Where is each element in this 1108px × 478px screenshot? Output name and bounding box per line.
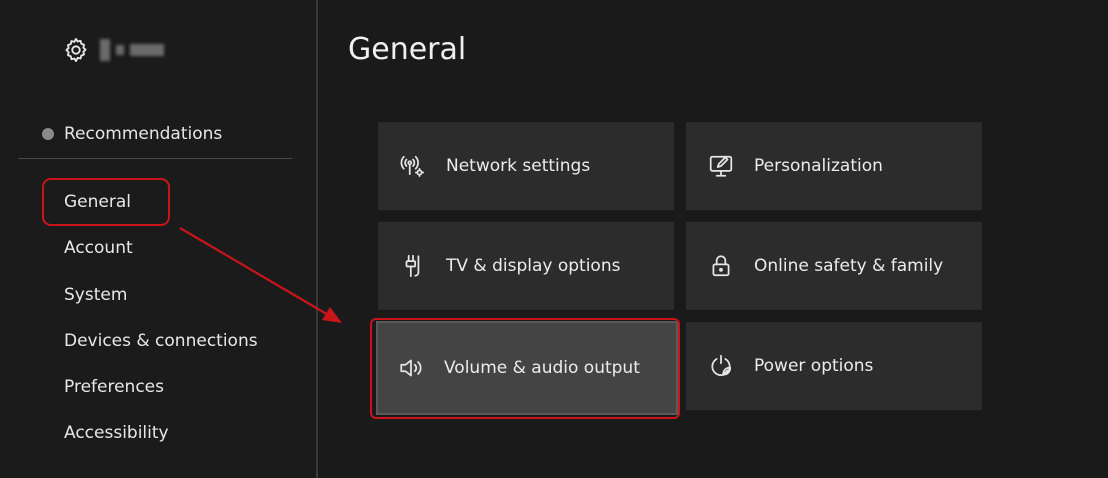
sidebar-item-general[interactable]: General [64,192,131,212]
annotation-highlight-volume [370,318,680,419]
recommendations-label: Recommendations [64,124,223,144]
tile-label: Personalization [754,156,883,176]
gear-icon [65,37,87,63]
lock-icon [712,255,730,277]
tile-label: Power options [754,356,874,376]
sidebar-divider [18,158,292,159]
power-icon [711,354,732,376]
sidebar-item-account[interactable]: Account [64,238,133,258]
blurred-gamertag [100,39,164,61]
tv-display-icon [405,254,420,278]
tile-network-settings[interactable]: Network settings [378,122,674,210]
tile-label: TV & display options [446,256,621,276]
sidebar-item-preferences[interactable]: Preferences [64,377,164,397]
tile-tv-display-options[interactable]: TV & display options [378,222,674,310]
recommendations-item[interactable]: Recommendations [42,124,222,144]
sidebar-item-devices-connections[interactable]: Devices & connections [64,331,258,351]
tile-label: Online safety & family [754,256,944,276]
tile-online-safety-family[interactable]: Online safety & family [686,222,982,310]
sidebar: Recommendations General Account System D… [0,0,318,478]
tile-personalization[interactable]: Personalization [686,122,982,210]
dot-icon [42,128,54,140]
tile-power-options[interactable]: Power options [686,322,982,410]
page-title: General [348,32,467,67]
personalization-icon [709,155,733,177]
profile-header[interactable] [62,36,164,64]
tile-label: Network settings [446,156,591,176]
sidebar-item-accessibility[interactable]: Accessibility [64,423,169,443]
sidebar-item-system[interactable]: System [64,285,127,305]
network-icon [400,155,425,178]
